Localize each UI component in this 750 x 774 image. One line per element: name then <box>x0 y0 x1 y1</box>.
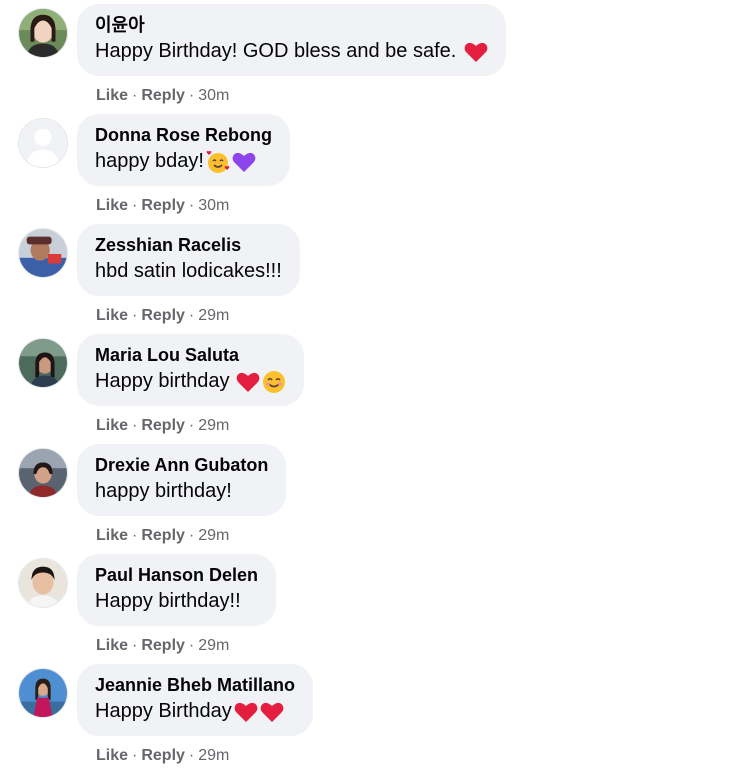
separator-dot: · <box>132 527 138 544</box>
comment-actions: Like · Reply · 29m <box>96 526 229 546</box>
avatar[interactable] <box>18 8 68 58</box>
separator-dot: · <box>132 747 138 764</box>
separator-dot: · <box>188 197 195 214</box>
separator-dot: · <box>132 637 138 654</box>
like-link[interactable]: Like <box>96 307 128 324</box>
smiling-face-icon <box>262 370 286 394</box>
separator-dot: · <box>132 417 138 434</box>
comment-text-content: Happy Birthday! GOD bless and be safe. <box>95 40 457 62</box>
like-link[interactable]: Like <box>96 417 128 434</box>
comment-timestamp[interactable]: 29m <box>198 637 229 654</box>
commenter-name[interactable]: Paul Hanson Delen <box>95 564 258 586</box>
purple-heart-icon <box>232 151 256 173</box>
separator-dot: · <box>188 637 195 654</box>
avatar[interactable] <box>18 668 68 718</box>
reply-link[interactable]: Reply <box>141 527 185 544</box>
comment-text-content: Happy Birthday <box>95 700 232 722</box>
like-link[interactable]: Like <box>96 637 128 654</box>
comment-item: Jeannie Bheb Matillano Happy Birthday Li… <box>0 664 750 774</box>
comment-text: Happy Birthday <box>95 698 295 724</box>
comment-bubble: Zesshian Racelis hbd satin lodicakes!!! <box>77 224 300 296</box>
reply-link[interactable]: Reply <box>141 197 185 214</box>
comment-timestamp[interactable]: 29m <box>198 527 229 544</box>
comment-text: Happy birthday!! <box>95 588 258 614</box>
comment-text: Happy Birthday! GOD bless and be safe. <box>95 38 488 64</box>
separator-dot: · <box>132 307 138 324</box>
comment-text: Happy birthday <box>95 368 286 394</box>
avatar[interactable] <box>18 558 68 608</box>
avatar[interactable] <box>18 338 68 388</box>
commenter-name[interactable]: Zesshian Racelis <box>95 234 282 256</box>
comment-item: Paul Hanson Delen Happy birthday!! Like ·… <box>0 554 750 664</box>
like-link[interactable]: Like <box>96 87 128 104</box>
comment-text: happy bday! <box>95 148 272 174</box>
red-heart-icon <box>236 371 260 393</box>
avatar[interactable] <box>18 448 68 498</box>
like-link[interactable]: Like <box>96 197 128 214</box>
separator-dot: · <box>188 527 195 544</box>
separator-dot: · <box>132 87 138 104</box>
reply-link[interactable]: Reply <box>141 87 185 104</box>
avatar[interactable] <box>18 228 68 278</box>
comment-timestamp[interactable]: 29m <box>198 417 229 434</box>
commenter-name[interactable]: 이윤아 <box>95 14 488 36</box>
comment-actions: Like · Reply · 30m <box>96 196 229 216</box>
comment-actions: Like · Reply · 29m <box>96 306 229 326</box>
red-heart-icon <box>260 701 284 723</box>
comment-item: Zesshian Racelis hbd satin lodicakes!!! … <box>0 224 750 334</box>
comment-text-content: happy bday! <box>95 150 204 172</box>
comment-item: 이윤아 Happy Birthday! GOD bless and be saf… <box>0 4 750 114</box>
comment-text-content: happy birthday! <box>95 480 232 502</box>
comment-actions: Like · Reply · 29m <box>96 636 229 656</box>
comment-timestamp[interactable]: 30m <box>198 87 229 104</box>
separator-dot: · <box>132 197 138 214</box>
comment-text-content: hbd satin lodicakes!!! <box>95 260 282 282</box>
comment-actions: Like · Reply · 30m <box>96 86 229 106</box>
comment-text: hbd satin lodicakes!!! <box>95 258 282 284</box>
comment-item: Donna Rose Rebong happy bday! Like · Reply… <box>0 114 750 224</box>
comment-bubble: Jeannie Bheb Matillano Happy Birthday <box>77 664 314 736</box>
comment-text-content: Happy birthday <box>95 370 230 392</box>
separator-dot: · <box>188 87 195 104</box>
reply-link[interactable]: Reply <box>141 307 185 324</box>
reply-link[interactable]: Reply <box>141 637 185 654</box>
like-link[interactable]: Like <box>96 527 128 544</box>
comment-bubble: Paul Hanson Delen Happy birthday!! <box>77 554 277 626</box>
separator-dot: · <box>188 747 195 764</box>
commenter-name[interactable]: Drexie Ann Gubaton <box>95 454 268 476</box>
red-heart-icon <box>234 701 258 723</box>
reply-link[interactable]: Reply <box>141 417 185 434</box>
comment-text-content: Happy birthday!! <box>95 590 241 612</box>
commenter-name[interactable]: Donna Rose Rebong <box>95 124 272 146</box>
comment-timestamp[interactable]: 30m <box>198 197 229 214</box>
comment-bubble: 이윤아 Happy Birthday! GOD bless and be saf… <box>77 4 507 76</box>
separator-dot: · <box>188 417 195 434</box>
reply-link[interactable]: Reply <box>141 747 185 764</box>
comment-timestamp[interactable]: 29m <box>198 307 229 324</box>
comment-timestamp[interactable]: 29m <box>198 747 229 764</box>
smiling-face-with-hearts-icon <box>206 150 230 174</box>
comment-text: happy birthday! <box>95 478 268 504</box>
comment-bubble: Donna Rose Rebong happy bday! <box>77 114 291 186</box>
comment-item: Drexie Ann Gubaton happy birthday! Like ·… <box>0 444 750 554</box>
comment-bubble: Maria Lou Saluta Happy birthday <box>77 334 304 406</box>
separator-dot: · <box>188 307 195 324</box>
red-heart-icon <box>464 41 488 63</box>
comment-bubble: Drexie Ann Gubaton happy birthday! <box>77 444 287 516</box>
commenter-name[interactable]: Jeannie Bheb Matillano <box>95 674 295 696</box>
comment-actions: Like · Reply · 29m <box>96 416 229 436</box>
comment-item: Maria Lou Saluta Happy birthday Like · Rep… <box>0 334 750 444</box>
comment-actions: Like · Reply · 29m <box>96 746 229 766</box>
avatar[interactable] <box>18 118 68 168</box>
commenter-name[interactable]: Maria Lou Saluta <box>95 344 286 366</box>
like-link[interactable]: Like <box>96 747 128 764</box>
